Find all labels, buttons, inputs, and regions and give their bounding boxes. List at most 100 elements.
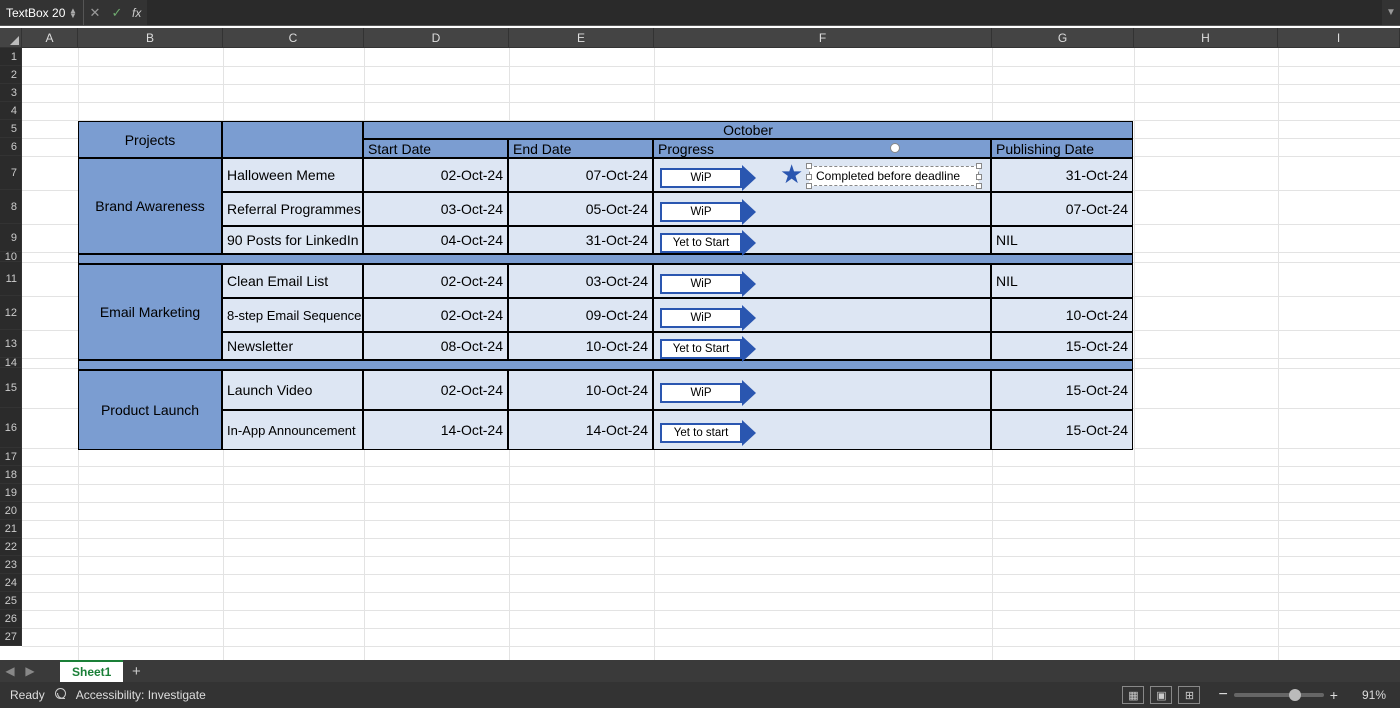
resize-handle-nw[interactable] — [806, 163, 812, 169]
end-cell[interactable]: 14-Oct-24 — [508, 410, 653, 450]
view-pagelayout-button[interactable]: ▣ — [1150, 686, 1172, 704]
zoom-level[interactable]: 91% — [1362, 688, 1386, 702]
end-cell[interactable]: 10-Oct-24 — [508, 332, 653, 360]
name-box-stepper-icon[interactable]: ▲▼ — [69, 8, 77, 18]
column-header[interactable]: E — [509, 28, 654, 48]
task-cell[interactable]: 8-step Email Sequence — [222, 298, 363, 332]
row-header[interactable]: 26 — [0, 610, 22, 628]
group-brandawareness[interactable]: Brand Awareness — [78, 158, 222, 254]
sheet-tab[interactable]: Sheet1 — [60, 660, 123, 682]
start-cell[interactable]: 02-Oct-24 — [363, 370, 508, 410]
row-header[interactable]: 23 — [0, 556, 22, 574]
task-cell[interactable]: Referral Programmes — [222, 192, 363, 226]
resize-handle-sw[interactable] — [806, 183, 812, 189]
name-box[interactable]: TextBox 20 ▲▼ — [0, 0, 84, 25]
rotate-handle[interactable] — [890, 143, 900, 153]
formula-input[interactable] — [147, 0, 1382, 25]
column-header[interactable]: C — [223, 28, 364, 48]
start-cell[interactable]: 02-Oct-24 — [363, 158, 508, 192]
progress-tag[interactable]: WiP — [660, 165, 756, 191]
end-cell[interactable]: 31-Oct-24 — [508, 226, 653, 254]
pub-cell[interactable]: 15-Oct-24 — [991, 370, 1133, 410]
zoom-in-button[interactable]: + — [1330, 687, 1338, 703]
start-cell[interactable]: 03-Oct-24 — [363, 192, 508, 226]
row-header[interactable]: 21 — [0, 520, 22, 538]
pub-cell[interactable]: 10-Oct-24 — [991, 298, 1133, 332]
row-header[interactable]: 7 — [0, 156, 22, 190]
row-header[interactable]: 10 — [0, 252, 22, 262]
column-header[interactable]: F — [654, 28, 992, 48]
column-header[interactable]: H — [1134, 28, 1278, 48]
task-cell[interactable]: Newsletter — [222, 332, 363, 360]
task-cell[interactable]: In-App Announcement — [222, 410, 363, 450]
header-blank[interactable] — [222, 121, 363, 158]
row-header[interactable]: 9 — [0, 224, 22, 252]
row-header[interactable]: 22 — [0, 538, 22, 556]
row-header[interactable]: 13 — [0, 330, 22, 358]
row-header[interactable]: 4 — [0, 102, 22, 120]
group-emailmarketing[interactable]: Email Marketing — [78, 264, 222, 360]
progress-tag[interactable]: Yet to Start — [660, 230, 756, 256]
row-header[interactable]: 16 — [0, 408, 22, 448]
row-header[interactable]: 17 — [0, 448, 22, 466]
next-sheet-button[interactable]: ▶ — [20, 664, 40, 678]
row-header[interactable]: 20 — [0, 502, 22, 520]
row-header[interactable]: 24 — [0, 574, 22, 592]
progress-tag[interactable]: WiP — [660, 271, 756, 297]
row-header[interactable]: 8 — [0, 190, 22, 224]
star-icon[interactable]: ★ — [780, 159, 803, 190]
resize-handle-se[interactable] — [976, 183, 982, 189]
start-cell[interactable]: 08-Oct-24 — [363, 332, 508, 360]
progress-tag[interactable]: Yet to Start — [660, 336, 756, 362]
row-header[interactable]: 12 — [0, 296, 22, 330]
end-cell[interactable]: 09-Oct-24 — [508, 298, 653, 332]
group-productlaunch[interactable]: Product Launch — [78, 370, 222, 450]
task-cell[interactable]: Halloween Meme — [222, 158, 363, 192]
pub-cell[interactable]: 15-Oct-24 — [991, 410, 1133, 450]
pub-cell[interactable]: 07-Oct-24 — [991, 192, 1133, 226]
zoom-out-button[interactable]: − — [1218, 686, 1227, 704]
column-header[interactable]: D — [364, 28, 509, 48]
header-projects[interactable]: Projects — [78, 121, 222, 158]
row-header[interactable]: 2 — [0, 66, 22, 84]
header-publishing[interactable]: Publishing Date — [991, 139, 1133, 158]
row-header[interactable]: 3 — [0, 84, 22, 102]
task-cell[interactable]: 90 Posts for LinkedIn — [222, 226, 363, 254]
formula-cancel-button[interactable]: ✕ — [84, 5, 106, 21]
row-header[interactable]: 27 — [0, 628, 22, 646]
row-header[interactable]: 1 — [0, 48, 22, 66]
pub-cell[interactable]: NIL — [991, 226, 1133, 254]
separator-row[interactable] — [78, 360, 1133, 370]
resize-handle-w[interactable] — [806, 174, 812, 180]
header-progress[interactable]: Progress — [653, 139, 991, 158]
progress-tag[interactable]: WiP — [660, 380, 756, 406]
end-cell[interactable]: 05-Oct-24 — [508, 192, 653, 226]
start-cell[interactable]: 02-Oct-24 — [363, 298, 508, 332]
column-header[interactable]: B — [78, 28, 223, 48]
formula-bar-expand-icon[interactable]: ▼ — [1382, 7, 1400, 18]
header-end[interactable]: End Date — [508, 139, 653, 158]
fx-icon[interactable]: fx — [132, 6, 141, 20]
row-header[interactable]: 25 — [0, 592, 22, 610]
row-header[interactable]: 5 — [0, 120, 22, 138]
row-header[interactable]: 14 — [0, 358, 22, 368]
column-header[interactable]: I — [1278, 28, 1400, 48]
resize-handle-e[interactable] — [976, 174, 982, 180]
task-cell[interactable]: Launch Video — [222, 370, 363, 410]
start-cell[interactable]: 04-Oct-24 — [363, 226, 508, 254]
pub-cell[interactable]: 31-Oct-24 — [991, 158, 1133, 192]
pub-cell[interactable]: NIL — [991, 264, 1133, 298]
end-cell[interactable]: 03-Oct-24 — [508, 264, 653, 298]
progress-tag[interactable]: Yet to start — [660, 420, 756, 446]
zoom-slider-thumb[interactable] — [1289, 689, 1301, 701]
zoom-slider[interactable] — [1234, 693, 1324, 697]
selected-textbox[interactable]: Completed before deadline — [809, 166, 979, 186]
start-cell[interactable]: 14-Oct-24 — [363, 410, 508, 450]
column-header[interactable]: G — [992, 28, 1134, 48]
end-cell[interactable]: 07-Oct-24 — [508, 158, 653, 192]
pub-cell[interactable]: 15-Oct-24 — [991, 332, 1133, 360]
header-start[interactable]: Start Date — [363, 139, 508, 158]
row-header[interactable]: 19 — [0, 484, 22, 502]
select-all-button[interactable] — [0, 28, 22, 48]
add-sheet-button[interactable]: + — [123, 663, 149, 680]
